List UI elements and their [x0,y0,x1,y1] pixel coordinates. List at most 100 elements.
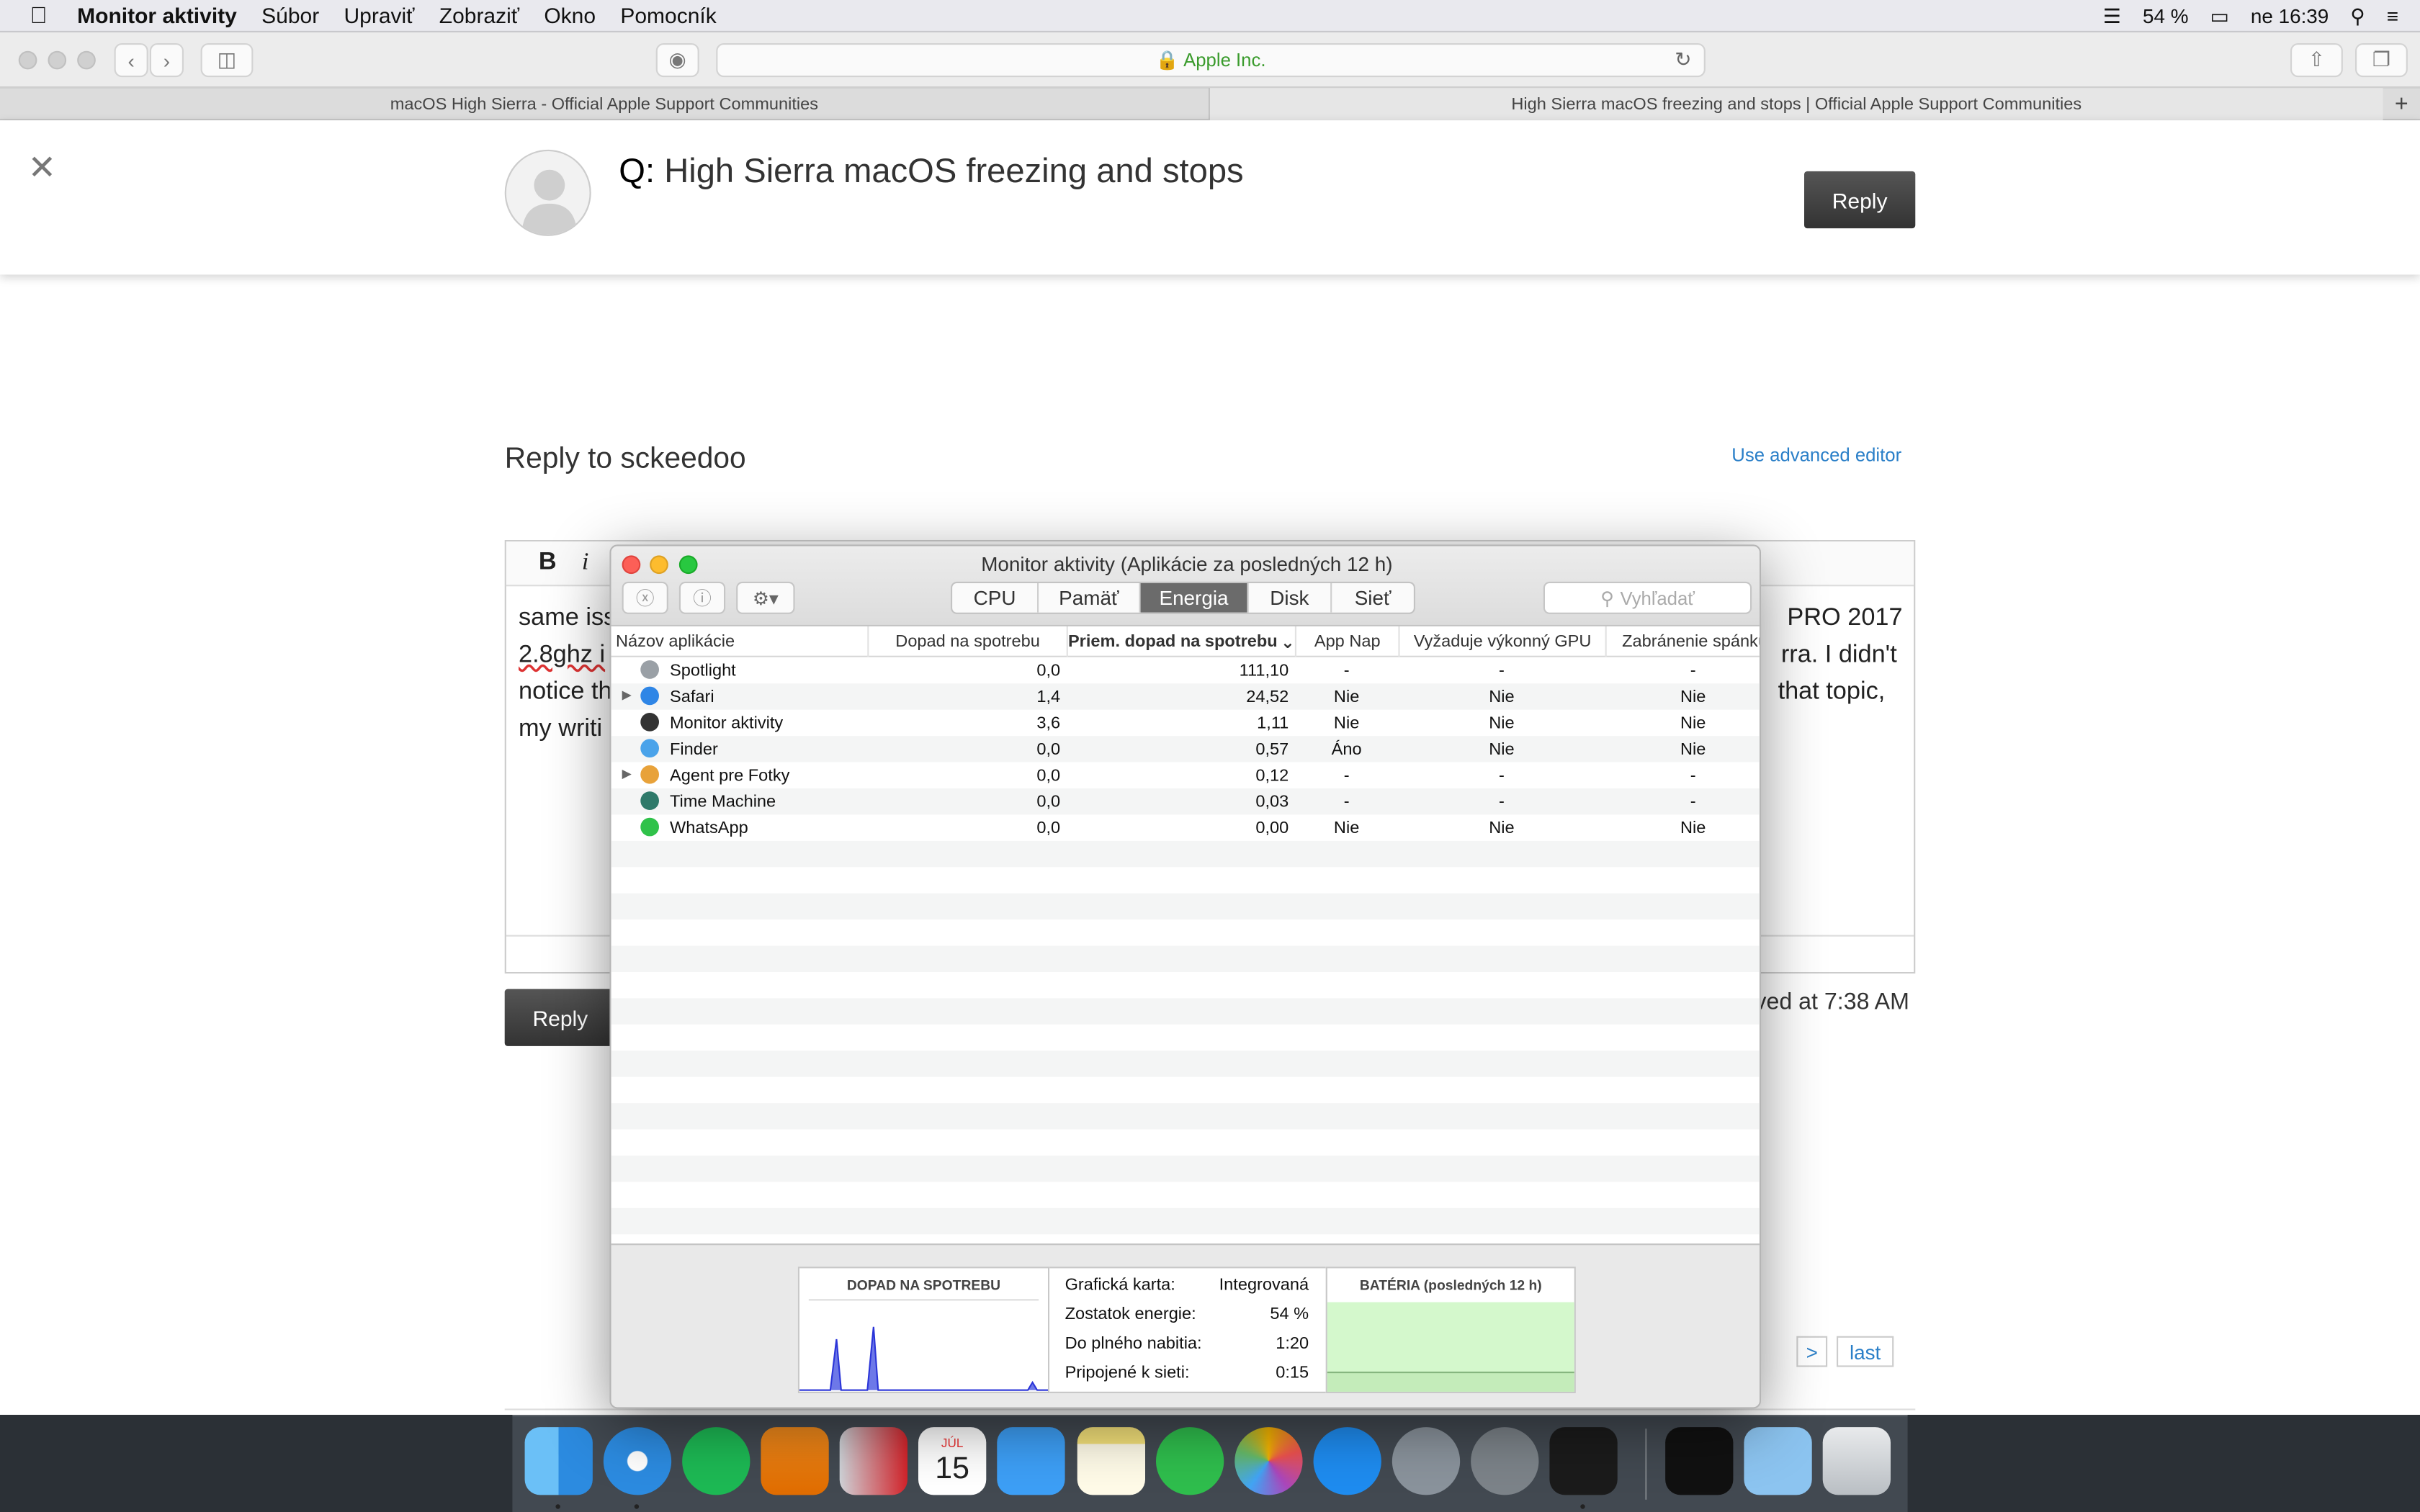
screenshot-icon[interactable] [1665,1427,1734,1495]
table-row[interactable]: Spotlight 0,0 111,10 - - - [611,657,1760,683]
chevron-right-icon: › [163,48,171,72]
advanced-editor-link[interactable]: Use advanced editor [1731,444,1901,466]
pager-next-button[interactable]: > [1796,1336,1828,1367]
close-icon[interactable]: ✕ [28,148,57,189]
battery-percent[interactable]: 54 % [2143,4,2189,27]
parallels-icon[interactable] [839,1427,908,1495]
menu-view[interactable]: Zobraziť [427,3,532,27]
wifi-icon[interactable]: ☰ [2103,4,2121,28]
messages-icon[interactable] [997,1427,1065,1495]
tab-disk[interactable]: Disk [1249,583,1332,613]
info-row-until-full: Do plného nabitia: 1:20 [1065,1335,1309,1354]
table-row[interactable]: ▶ Agent pre Fotky 0,0 0,12 - - - [611,762,1760,788]
chevron-down-icon: ⌄ [1281,633,1295,652]
chevron-left-icon: ‹ [127,48,135,72]
col-avg-energy-impact[interactable]: Priem. dopad na spotrebu ⌄ [1066,626,1295,657]
col-app-nap[interactable]: App Nap [1294,626,1399,657]
sidebar-button[interactable]: ◫ [200,43,254,78]
notes-icon[interactable] [1077,1427,1145,1495]
cell-avg-energy-impact: 111,10 [1239,661,1289,680]
reload-icon[interactable]: ↻ [1675,48,1691,72]
battery-icon[interactable]: ▭ [2210,4,2229,28]
italic-button[interactable]: i [582,549,589,577]
graph-divider [808,1299,1039,1301]
window-zoom-button[interactable] [77,50,96,70]
am-search-input[interactable]: ⚲ Vyhľadať [1543,581,1752,614]
disclosure-triangle-icon[interactable]: ▶ [622,767,632,780]
spotify-icon[interactable] [682,1427,750,1495]
new-tab-button[interactable]: + [2383,88,2420,120]
bold-button[interactable]: B [539,549,557,577]
notification-center-icon[interactable]: ≡ [2387,4,2398,27]
share-button[interactable]: ⇧ [2290,43,2343,78]
disclosure-triangle-icon[interactable]: ▶ [622,688,632,702]
editor-line-2-right: rra. I didn't [1780,642,1897,668]
col-app-name[interactable]: Názov aplikácie [611,626,868,657]
whatsapp-icon[interactable] [1156,1427,1224,1495]
info-value: Integrovaná [1219,1276,1309,1295]
privacy-report-button[interactable]: ◉ [655,43,699,78]
menu-edit[interactable]: Upraviť [331,3,426,27]
clock[interactable]: ne 16:39 [2251,4,2329,27]
col-prevent-sleep[interactable]: Zabránenie spánku [1605,626,1760,657]
action-menu-button[interactable]: ⚙▾ [736,581,795,614]
activity-monitor-icon[interactable] [1549,1427,1618,1495]
col-avg-label: Priem. dopad na spotrebu [1067,632,1278,652]
cell-requires-gpu: Nie [1489,818,1515,837]
cell-energy-impact: 0,0 [1036,661,1061,680]
cell-energy-impact: 1,4 [1036,687,1061,706]
url-bar[interactable]: 🔒 Apple Inc. ↻ [716,43,1706,78]
inspect-button[interactable]: ⓘ [678,581,726,614]
stop-process-button[interactable]: ⓧ [622,581,668,614]
menubar:  Monitor aktivity Súbor Upraviť Zobrazi… [0,0,2420,32]
reply-button-top[interactable]: Reply [1804,171,1916,229]
tab-2[interactable]: High Sierra macOS freezing and stops | O… [1210,88,2383,121]
forward-button[interactable]: › [149,43,184,78]
tab-memory[interactable]: Pamäť [1039,583,1141,613]
tabs-overview-button[interactable]: ❐ [2355,43,2408,78]
tab-network[interactable]: Sieť [1332,583,1414,613]
cell-app-nap: Nie [1333,818,1360,837]
app-store-icon[interactable] [1313,1427,1381,1495]
window-minimize-button[interactable] [48,50,67,70]
table-row[interactable]: WhatsApp 0,0 0,00 Nie Nie Nie [611,814,1760,840]
table-row[interactable]: Finder 0,0 0,57 Áno Nie Nie [611,736,1760,762]
menu-app-name[interactable]: Monitor aktivity [77,3,249,27]
system-preferences-icon[interactable] [1471,1427,1539,1495]
vlc-icon[interactable] [761,1427,829,1495]
window-close-button[interactable] [18,50,37,70]
table-row [611,1182,1760,1207]
cell-app-nap: Nie [1333,714,1360,732]
cell-avg-energy-impact: 0,12 [1255,765,1289,785]
app-icon [640,765,659,784]
activity-monitor-window: Monitor aktivity (Aplikácie za poslednýc… [609,544,1762,1409]
col-requires-gpu[interactable]: Vyžaduje výkonný GPU [1398,626,1605,657]
menu-help[interactable]: Pomocník [608,3,729,27]
folder-icon[interactable] [1744,1427,1812,1495]
launchpad-icon[interactable] [1392,1427,1461,1495]
finder-icon[interactable] [524,1427,593,1495]
tab-1[interactable]: macOS High Sierra - Official Apple Suppo… [0,88,1210,121]
photos-icon[interactable] [1234,1427,1303,1495]
spotlight-icon[interactable]: ⚲ [2350,4,2365,28]
tab-energy[interactable]: Energia [1140,583,1249,613]
tabs-icon: ❐ [2372,48,2390,71]
menu-file[interactable]: Súbor [249,3,331,27]
tab-cpu[interactable]: CPU [952,583,1039,613]
table-row[interactable]: ▶ Safari 1,4 24,52 Nie Nie Nie [611,683,1760,710]
cell-requires-gpu: - [1499,661,1505,680]
menu-window[interactable]: Okno [532,3,608,27]
back-button[interactable]: ‹ [114,43,148,78]
lock-icon: 🔒 [1155,49,1179,71]
col-energy-impact[interactable]: Dopad na spotrebu [867,626,1066,657]
table-row[interactable]: Monitor aktivity 3,6 1,11 Nie Nie Nie [611,710,1760,736]
apple-menu-icon[interactable]:  [0,2,77,28]
safari-icon[interactable] [603,1427,672,1495]
trash-icon[interactable] [1822,1427,1891,1495]
table-row[interactable]: Time Machine 0,0 0,03 - - - [611,788,1760,815]
reply-button[interactable]: Reply [504,989,616,1046]
editor-line-4-left: my writi [519,716,603,742]
pager-last-button[interactable]: last [1837,1336,1894,1367]
cell-energy-impact: 0,0 [1036,818,1061,837]
calendar-icon[interactable]: JÚL 15 [918,1427,987,1495]
